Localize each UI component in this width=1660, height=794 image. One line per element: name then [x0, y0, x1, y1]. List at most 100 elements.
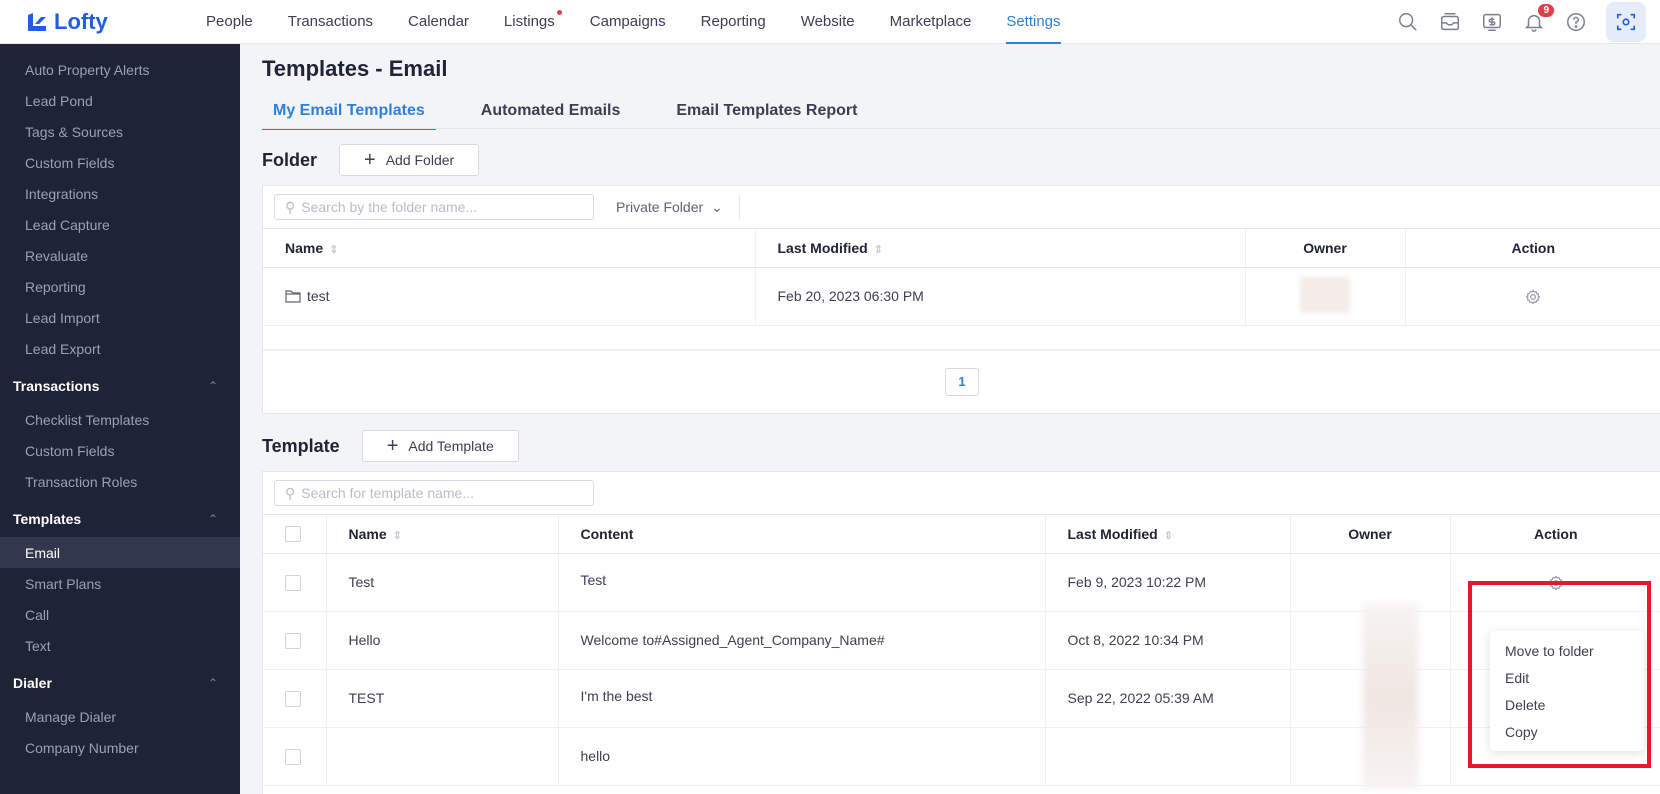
- select-all-cell: [263, 515, 327, 554]
- add-folder-button[interactable]: + Add Folder: [339, 144, 480, 176]
- billing-icon[interactable]: [1480, 10, 1504, 34]
- column-header-label: Name: [348, 525, 387, 542]
- template-last-modified: Feb 9, 2023 10:22 PM: [1045, 553, 1291, 612]
- sidebar-item-label: Revaluate: [25, 247, 89, 264]
- template-name[interactable]: Hello: [326, 611, 559, 670]
- lofty-logo-icon: [28, 12, 46, 31]
- sidebar-group-label: Dialer: [13, 675, 52, 691]
- template-section-header: Template + Add Template: [262, 430, 519, 462]
- chevron-up-icon: ⌃: [207, 512, 218, 526]
- column-header-name[interactable]: Name ⇕: [326, 515, 559, 554]
- menu-item-copy[interactable]: Copy: [1490, 718, 1644, 745]
- nav-people[interactable]: People: [206, 0, 253, 44]
- add-template-button[interactable]: + Add Template: [361, 430, 519, 462]
- search-icon[interactable]: [1396, 10, 1420, 34]
- template-content: Test: [558, 553, 1046, 612]
- table-row[interactable]: hello: [263, 727, 1660, 786]
- tab-bar: My Email Templates Automated Emails Emai…: [262, 100, 868, 130]
- sidebar-item-call[interactable]: Call: [0, 599, 240, 630]
- table-row[interactable]: Test Test Feb 9, 2023 10:22 PM: [263, 553, 1660, 612]
- folder-search-input[interactable]: [301, 199, 582, 215]
- table-row[interactable]: test Feb 20, 2023 06:30 PM: [263, 267, 1660, 326]
- tab-automated-emails[interactable]: Automated Emails: [470, 100, 632, 130]
- nav-transactions[interactable]: Transactions: [288, 0, 373, 44]
- template-name[interactable]: [326, 727, 559, 786]
- sidebar-item-lead-capture[interactable]: Lead Capture: [0, 209, 240, 240]
- nav-marketplace[interactable]: Marketplace: [890, 0, 972, 44]
- column-header-last-modified[interactable]: Last Modified ⇕: [755, 229, 1246, 268]
- sidebar-item-lead-export[interactable]: Lead Export: [0, 333, 240, 364]
- nav-settings-label: Settings: [1006, 13, 1061, 30]
- template-action-menu: Move to folder Edit Delete Copy: [1490, 631, 1644, 751]
- nav-website[interactable]: Website: [801, 0, 855, 44]
- sidebar-item-reporting[interactable]: Reporting: [0, 271, 240, 302]
- row-checkbox[interactable]: [285, 632, 301, 649]
- menu-item-move-to-folder[interactable]: Move to folder: [1490, 637, 1644, 664]
- tab-email-templates-report[interactable]: Email Templates Report: [665, 100, 868, 130]
- sidebar-item-lead-import[interactable]: Lead Import: [0, 302, 240, 333]
- menu-item-edit[interactable]: Edit: [1490, 664, 1644, 691]
- screen-capture-button[interactable]: [1606, 2, 1646, 42]
- folder-search: ⚲: [274, 194, 594, 220]
- template-name[interactable]: TEST: [326, 669, 559, 728]
- chevron-up-icon: ⌃: [207, 379, 218, 393]
- sidebar-item-checklist-templates[interactable]: Checklist Templates: [0, 404, 240, 435]
- nav-reporting-label: Reporting: [700, 13, 766, 30]
- row-checkbox[interactable]: [285, 748, 301, 765]
- sidebar-group-transactions[interactable]: Transactions ⌃: [0, 368, 240, 404]
- row-checkbox[interactable]: [285, 690, 301, 707]
- page-title: Templates - Email: [262, 56, 448, 81]
- sidebar-item-email[interactable]: Email: [0, 537, 240, 568]
- sidebar-item-transaction-custom-fields[interactable]: Custom Fields: [0, 435, 240, 466]
- help-icon[interactable]: [1564, 10, 1588, 34]
- sort-icon: ⇕: [329, 243, 339, 256]
- tab-my-email-templates[interactable]: My Email Templates: [262, 100, 436, 130]
- row-checkbox[interactable]: [285, 574, 301, 591]
- sidebar-item-text[interactable]: Text: [0, 630, 240, 661]
- sidebar-item-transaction-roles[interactable]: Transaction Roles: [0, 466, 240, 497]
- top-nav: Lofty People Transactions Calendar Listi…: [0, 0, 1660, 44]
- sidebar-item-label: Lead Pond: [25, 92, 93, 109]
- sidebar-item-label: Lead Export: [25, 340, 101, 357]
- chevron-up-icon: ⌃: [207, 676, 218, 690]
- column-header-last-modified[interactable]: Last Modified ⇕: [1045, 515, 1291, 554]
- scan-icon: [1616, 13, 1636, 31]
- nav-reporting[interactable]: Reporting: [701, 0, 766, 44]
- plus-icon: +: [386, 435, 399, 457]
- nav-campaigns[interactable]: Campaigns: [590, 0, 666, 44]
- sidebar-item-integrations[interactable]: Integrations: [0, 178, 240, 209]
- sidebar-item-lead-pond[interactable]: Lead Pond: [0, 85, 240, 116]
- table-row[interactable]: Hello Welcome to#Assigned_Agent_Company_…: [263, 611, 1660, 670]
- menu-item-delete[interactable]: Delete: [1490, 691, 1644, 718]
- sidebar-item-tags-sources[interactable]: Tags & Sources: [0, 116, 240, 147]
- folder-name[interactable]: test: [307, 288, 330, 304]
- sidebar-item-revaluate[interactable]: Revaluate: [0, 240, 240, 271]
- sidebar-item-manage-dialer[interactable]: Manage Dialer: [0, 701, 240, 732]
- template-search-input[interactable]: [301, 485, 582, 501]
- gear-icon[interactable]: [1548, 573, 1564, 591]
- page-1-button[interactable]: 1: [945, 367, 979, 396]
- sidebar-group-templates[interactable]: Templates ⌃: [0, 501, 240, 537]
- sidebar-item-label: Integrations: [25, 185, 99, 202]
- select-all-checkbox[interactable]: [285, 526, 301, 543]
- folder-type-select[interactable]: Private Folder ⌄: [616, 195, 740, 219]
- sidebar-group-dialer[interactable]: Dialer ⌃: [0, 665, 240, 701]
- sidebar-item-auto-property-alerts[interactable]: Auto Property Alerts: [0, 54, 240, 85]
- bell-icon[interactable]: 9: [1522, 4, 1554, 34]
- sidebar-item-smart-plans[interactable]: Smart Plans: [0, 568, 240, 599]
- inbox-icon[interactable]: [1438, 10, 1462, 34]
- column-header-content: Content: [558, 515, 1046, 554]
- template-name[interactable]: Test: [326, 553, 559, 612]
- avatar: [1300, 276, 1350, 313]
- column-header-name[interactable]: Name ⇕: [263, 229, 756, 268]
- table-row[interactable]: TEST I'm the best Sep 22, 2022 05:39 AM: [263, 669, 1660, 728]
- gear-icon[interactable]: [1525, 287, 1541, 305]
- nav-listings[interactable]: Listings: [504, 0, 562, 44]
- template-table-card: ⚲ Name ⇕ Content Last Modified ⇕ Owner Act…: [262, 471, 1660, 794]
- sidebar-item-custom-fields[interactable]: Custom Fields: [0, 147, 240, 178]
- lofty-logo[interactable]: Lofty: [26, 9, 176, 35]
- app-name: Lofty: [54, 8, 108, 34]
- nav-settings[interactable]: Settings: [1006, 0, 1061, 44]
- nav-calendar[interactable]: Calendar: [408, 0, 469, 44]
- sidebar-item-company-number[interactable]: Company Number: [0, 732, 240, 763]
